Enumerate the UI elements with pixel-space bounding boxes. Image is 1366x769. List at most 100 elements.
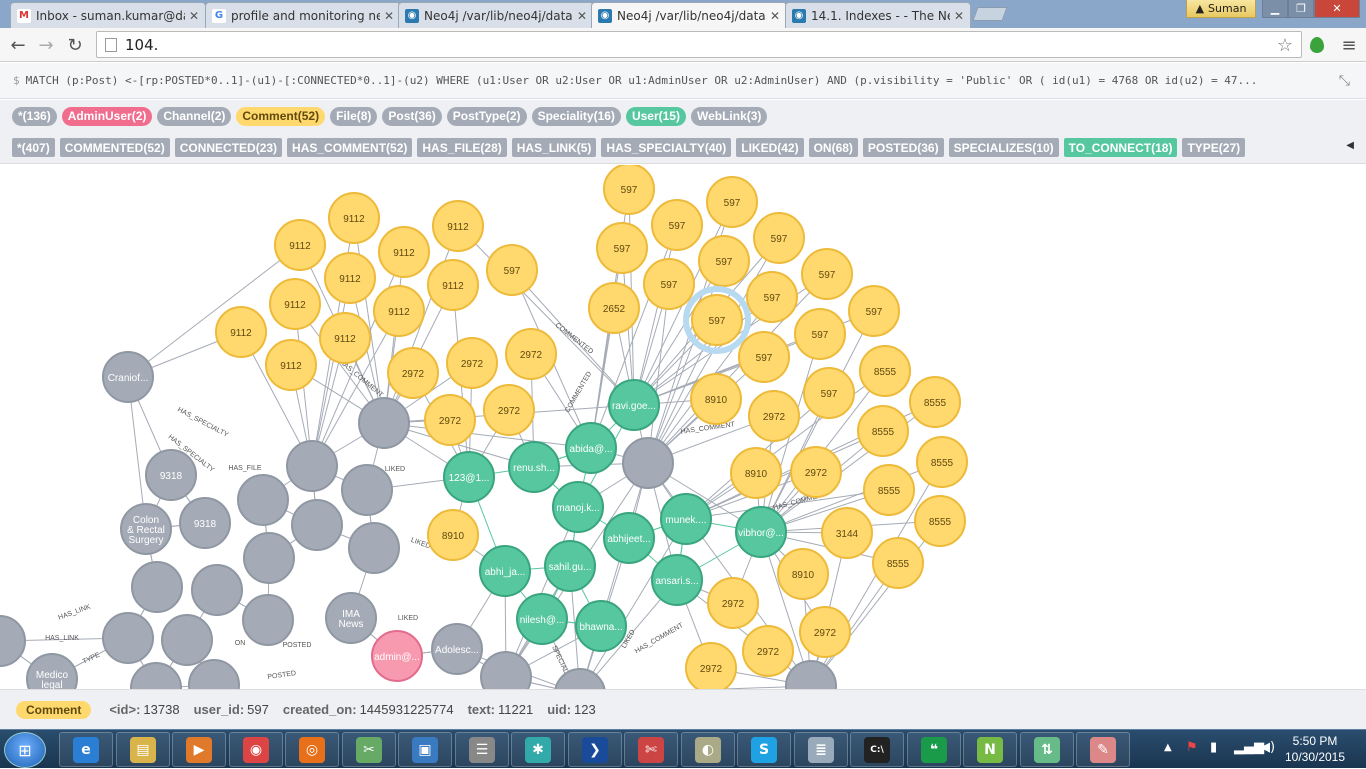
graph-node[interactable]: 2972 [424, 394, 476, 446]
graph-node[interactable]: 2972 [799, 606, 851, 658]
taskbar-app-button[interactable]: ◐ [681, 732, 735, 767]
back-arrow-icon[interactable]: ← [6, 33, 30, 57]
graph-node[interactable]: Adolesc... [431, 623, 483, 675]
graph-node[interactable]: 597 [706, 176, 758, 228]
relationship-type-chip[interactable]: ON(68) [808, 138, 858, 157]
graph-node[interactable] [358, 397, 410, 449]
graph-node[interactable]: vibhor@... [735, 506, 787, 558]
graph-node[interactable]: 9318 [179, 497, 231, 549]
graph-node[interactable]: 597 [801, 248, 853, 300]
taskbar-app-button[interactable]: ❝ [907, 732, 961, 767]
graph-node[interactable]: 8555 [909, 376, 961, 428]
close-icon[interactable]: ✕ [954, 9, 964, 23]
graph-node[interactable]: sahil.gu... [544, 540, 596, 592]
graph-node[interactable]: 2972 [505, 328, 557, 380]
graph-node[interactable]: 2972 [685, 642, 737, 689]
close-icon[interactable]: ✕ [189, 9, 199, 23]
taskbar-app-button[interactable]: ▶ [172, 732, 226, 767]
taskbar-app-button[interactable]: N [963, 732, 1017, 767]
browser-tab[interactable]: Gprofile and monitoring ne ✕ [205, 2, 401, 28]
relationship-type-chip[interactable]: *(407) [12, 138, 55, 157]
graph-node[interactable] [131, 561, 183, 613]
graph-node[interactable] [130, 662, 182, 689]
graph-node[interactable]: 597 [698, 235, 750, 287]
graph-node[interactable]: 2972 [707, 577, 759, 629]
graph-node[interactable]: 597 [651, 199, 703, 251]
graph-node[interactable]: abhijeet... [603, 512, 655, 564]
relationship-type-chip[interactable]: HAS_LINK(5) [511, 138, 597, 157]
graph-node[interactable]: 2972 [790, 446, 842, 498]
graph-node[interactable] [0, 615, 26, 667]
graph-node[interactable]: 8910 [730, 447, 782, 499]
graph-node[interactable]: 597 [738, 331, 790, 383]
reload-icon[interactable]: ↻ [63, 33, 87, 57]
graph-node[interactable]: 9112 [324, 252, 376, 304]
graph-node[interactable]: 9112 [265, 339, 317, 391]
graph-node[interactable]: manoj.k... [552, 481, 604, 533]
graph-node[interactable] [622, 437, 674, 489]
relationship-type-chip[interactable]: LIKED(42) [736, 138, 804, 157]
graph-node[interactable]: 8910 [777, 548, 829, 600]
graph-node[interactable] [243, 532, 295, 584]
relationship-type-chip[interactable]: HAS_SPECIALTY(40) [601, 138, 732, 157]
taskbar-app-button[interactable]: S [737, 732, 791, 767]
relationship-type-chip[interactable]: HAS_FILE(28) [417, 138, 507, 157]
minimize-button[interactable]: ▁ [1262, 0, 1288, 18]
graph-node[interactable]: abhi_ja... [479, 545, 531, 597]
graph-node[interactable]: nilesh@... [516, 593, 568, 645]
graph-node[interactable]: 8910 [427, 509, 479, 561]
browser-tab[interactable]: ◉ 14.1. Indexes - - The Neo4 ✕ [785, 2, 971, 28]
graph-node[interactable]: 8910 [690, 373, 742, 425]
cypher-query-bar[interactable]: $ MATCH (p:Post) <-[rp:POSTED*0..1]-(u1)… [0, 63, 1366, 99]
node-label-chip[interactable]: Comment(52) [236, 106, 326, 126]
taskbar-app-button[interactable]: ▣ [398, 732, 452, 767]
taskbar-app-button[interactable]: ❯ [568, 732, 622, 767]
graph-node[interactable]: 9112 [432, 200, 484, 252]
graph-node[interactable]: 597 [683, 286, 751, 354]
graph-node[interactable]: 9112 [215, 306, 267, 358]
graph-node[interactable]: 8555 [872, 537, 924, 589]
graph-node[interactable] [191, 564, 243, 616]
graph-node[interactable]: 597 [603, 165, 655, 215]
graph-canvas[interactable]: HAS_SPECIALTYHAS_SPECIALTY HAS_FILEHAS_LI… [0, 165, 1366, 689]
graph-node[interactable]: 597 [794, 308, 846, 360]
node-label-chip[interactable]: *(136) [12, 106, 57, 126]
graph-node[interactable]: 597 [746, 271, 798, 323]
graph-node[interactable]: 597 [803, 367, 855, 419]
graph-node[interactable]: munek.... [660, 493, 712, 545]
node-label-chip[interactable]: File(8) [330, 106, 378, 126]
taskbar-app-button[interactable]: ⇅ [1020, 732, 1074, 767]
relationship-type-chip[interactable]: HAS_COMMENT(52) [287, 138, 413, 157]
start-button[interactable]: ⊞ [4, 732, 46, 768]
graph-node[interactable] [341, 464, 393, 516]
graph-node[interactable] [286, 440, 338, 492]
graph-node[interactable]: 9112 [274, 219, 326, 271]
graph-node[interactable]: Colon& RectalSurgery [120, 503, 172, 555]
query-text[interactable]: MATCH (p:Post) <-[rp:POSTED*0..1]-(u1)-[… [26, 74, 1326, 87]
graph-node[interactable]: 8555 [914, 495, 966, 547]
graph-node[interactable]: 8555 [857, 405, 909, 457]
taskbar-app-button[interactable]: ✎ [1076, 732, 1130, 767]
window-close-button[interactable]: ✕ [1314, 0, 1360, 18]
volume-icon[interactable]: ◀) [1260, 740, 1275, 755]
graph-node[interactable]: 2972 [483, 384, 535, 436]
new-tab-button[interactable] [972, 7, 1008, 21]
node-label-chip[interactable]: AdminUser(2) [61, 106, 153, 126]
graph-node[interactable]: abida@... [565, 422, 617, 474]
action-center-icon[interactable]: ⚑ [1186, 740, 1198, 755]
graph-node[interactable] [242, 594, 294, 646]
relationship-type-chip[interactable]: COMMENTED(52) [59, 138, 170, 157]
node-label-chip[interactable]: WebLink(3) [690, 106, 768, 126]
graph-node[interactable]: 9112 [427, 259, 479, 311]
graph-node[interactable]: 9112 [319, 312, 371, 364]
graph-node[interactable]: IMANews [325, 592, 377, 644]
node-label-chip[interactable]: User(15) [625, 106, 686, 126]
graph-node[interactable] [348, 522, 400, 574]
taskbar-app-button[interactable]: ▤ [116, 732, 170, 767]
close-icon[interactable]: ✕ [577, 9, 587, 23]
browser-tab[interactable]: ◉ Neo4j /var/lib/neo4j/data ✕ [591, 2, 787, 28]
graph-node[interactable] [291, 499, 343, 551]
graph-node[interactable]: ravi.goe... [608, 379, 660, 431]
taskbar-app-button[interactable]: ✄ [624, 732, 678, 767]
tray-expand-icon[interactable]: ▲ [1164, 742, 1172, 753]
